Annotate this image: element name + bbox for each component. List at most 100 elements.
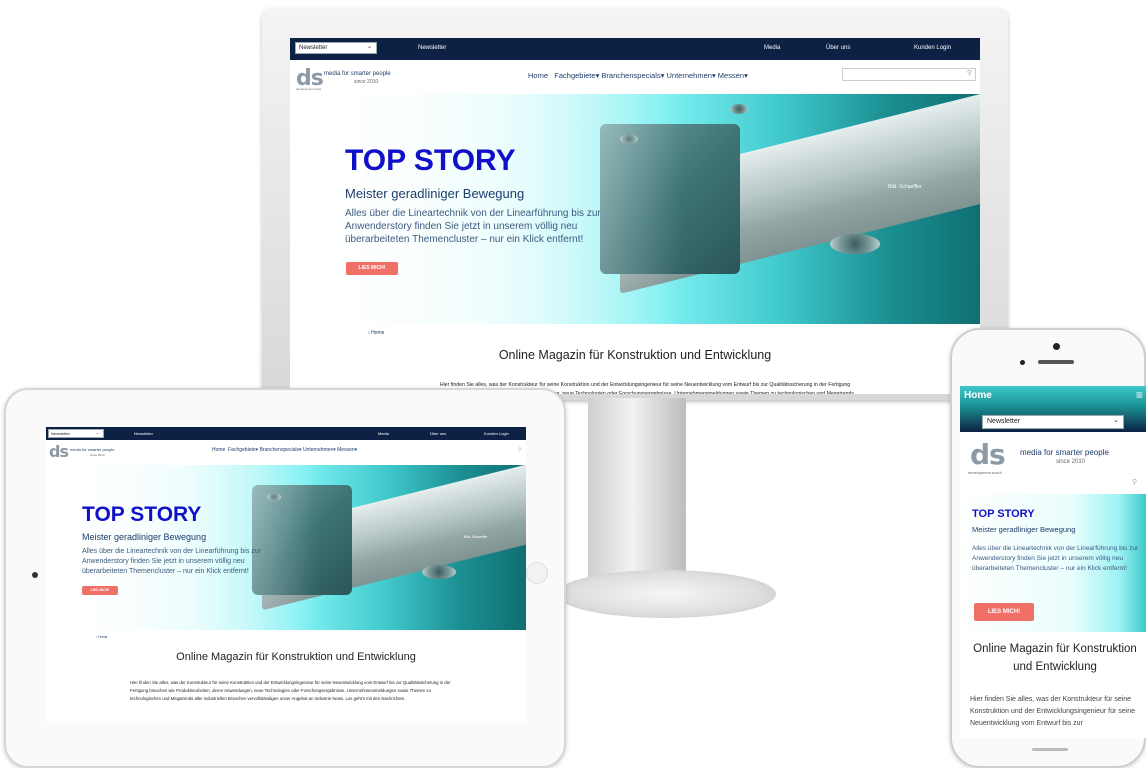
logo[interactable]: ds	[970, 438, 1006, 471]
chevron-down-icon: ▾	[333, 447, 336, 453]
hero-banner: TOP STORY Meister geradliniger Bewegung …	[62, 465, 526, 630]
nav-fachgebiete-label: Fachgebiete	[554, 71, 596, 80]
newsletter-link[interactable]: Newsletter	[134, 431, 153, 436]
logo[interactable]: ds	[49, 442, 69, 461]
chevron-down-icon: ▾	[744, 71, 748, 80]
logo-subtitle: development scout	[968, 470, 1002, 475]
hamburger-icon[interactable]: ≡	[1136, 388, 1143, 402]
hero-subtitle: Meister geradliniger Bewegung	[345, 186, 525, 201]
search-icon[interactable]: ⚲	[1132, 478, 1137, 486]
media-link[interactable]: Media	[378, 431, 389, 436]
read-more-button[interactable]: LIES MICH!	[346, 262, 398, 275]
monitor-stand-neck	[588, 398, 686, 578]
hero-image-hole	[730, 104, 748, 114]
breadcrumb-home[interactable]: Home	[98, 635, 107, 639]
nav-fachgebiete[interactable]: Fachgebiete▾	[228, 447, 258, 453]
chevron-right-icon: ›	[96, 635, 98, 639]
tablet-home-button	[526, 562, 548, 584]
chevron-down-icon: ⌄	[366, 44, 372, 50]
nav-messen-label: Messen	[337, 447, 355, 453]
chevron-down-icon: ▾	[299, 447, 302, 453]
intro-text: Hier finden Sie alles, was der Konstrukt…	[130, 680, 451, 701]
nav-unternehmen[interactable]: Unternehmen▾	[666, 71, 715, 80]
nav-messen[interactable]: Messen▾	[337, 447, 357, 453]
logo-since: since 2010	[1056, 459, 1086, 465]
top-bar: Newsletter ⌄ Newsletter Media Über uns Ku…	[46, 427, 526, 440]
hero-image-hole	[830, 234, 880, 254]
chevron-right-icon: ›	[368, 330, 370, 336]
mobile-home-link[interactable]: Home	[964, 390, 992, 401]
newsletter-select-value: Newsletter	[51, 431, 70, 436]
monitor-stand-base	[556, 570, 776, 618]
login-link[interactable]: Kunden Login	[484, 431, 509, 436]
hero-body: Alles über die Lineartechnik von der Lin…	[82, 548, 261, 575]
about-link[interactable]: Über uns	[826, 45, 850, 51]
chevron-down-icon: ▾	[255, 447, 259, 453]
newsletter-select[interactable]: Newsletter ⌄	[48, 429, 104, 438]
tablet-camera	[32, 572, 38, 578]
nav-branchenspecials[interactable]: Branchenspecials▾	[260, 447, 302, 453]
breadcrumb-home[interactable]: Home	[371, 330, 384, 336]
hero-body: Alles über die Lineartechnik von der Lin…	[972, 545, 1139, 572]
nav-fachgebiete-label: Fachgebiete	[228, 447, 256, 453]
top-bar: Newsletter ⌄ Newsletter Media Über uns Ku…	[290, 38, 980, 60]
logo-wordmark: ds	[970, 438, 1006, 471]
phone-speaker	[1038, 360, 1074, 364]
media-link[interactable]: Media	[764, 45, 780, 51]
chevron-down-icon: ▾	[595, 71, 600, 80]
nav-messen-label: Messen	[717, 71, 745, 80]
newsletter-select[interactable]: Newsletter ⌄	[295, 42, 377, 54]
login-link[interactable]: Kunden Login	[914, 45, 951, 51]
phone-screen: Home ≡ Newsletter ⌄ ds development scout …	[960, 386, 1146, 738]
main-nav: Home Fachgebiete▾ Branchenspecials▾ Unte…	[212, 447, 357, 453]
hero-title: TOP STORY	[82, 503, 202, 526]
nav-unternehmen[interactable]: Unternehmen▾	[303, 447, 336, 453]
hero-banner: TOP STORY Meister geradliniger Bewegung …	[320, 94, 980, 324]
nav-branchenspecials[interactable]: Branchenspecials▾	[601, 71, 664, 80]
main-nav: Home Fachgebiete▾ Branchenspecials▾ Unte…	[528, 71, 748, 80]
logo-tagline: media for smarter people	[324, 71, 391, 77]
hero-body: Alles über die Lineartechnik von der Lin…	[345, 208, 601, 245]
hero-title: TOP STORY	[345, 144, 516, 177]
nav-unternehmen-label: Unternehmen	[666, 71, 712, 80]
page-title: Online Magazin für Konstruktion und Entw…	[176, 651, 416, 663]
nav-unternehmen-label: Unternehmen	[302, 447, 334, 453]
search-icon[interactable]: ⚲	[518, 447, 522, 453]
nav-messen[interactable]: Messen▾	[718, 71, 748, 80]
logo-wordmark: ds	[49, 442, 69, 461]
logo-since: since 2010	[90, 453, 105, 457]
phone-home-indicator	[1032, 748, 1068, 751]
nav-fachgebiete[interactable]: Fachgebiete▾	[554, 71, 599, 80]
nav-branchenspecials-label: Branchenspecials	[601, 71, 661, 80]
intro-text: Hier finden Sie alles, was der Konstrukt…	[970, 696, 1135, 727]
hero-banner: TOP STORY Meister geradliniger Bewegung …	[960, 494, 1146, 632]
hero-subtitle: Meister geradliniger Bewegung	[82, 532, 207, 542]
logo-subtitle: development scout	[296, 87, 322, 91]
breadcrumb: › Home	[96, 635, 108, 639]
read-more-button[interactable]: LIES MICH!	[82, 586, 118, 595]
page-title: Online Magazin für Konstruktion und Entw…	[973, 643, 1137, 673]
logo-tagline: media for smarter people	[70, 447, 115, 452]
breadcrumb: › Home	[368, 330, 384, 336]
image-credit: Bild: Schaeffler	[888, 184, 922, 190]
nav-home[interactable]: Home	[212, 447, 225, 453]
read-more-button[interactable]: LIES MICH!	[974, 603, 1034, 621]
logo-since: since 2010	[354, 79, 379, 85]
newsletter-select[interactable]: Newsletter ⌄	[982, 415, 1124, 429]
nav-home[interactable]: Home	[528, 71, 548, 80]
hero-subtitle: Meister geradliniger Bewegung	[972, 525, 1076, 534]
newsletter-link[interactable]: Newsletter	[418, 45, 446, 51]
image-credit: Bild: Schaeffler	[464, 535, 488, 539]
desktop-screen: Newsletter ⌄ Newsletter Media Über uns Ku…	[290, 38, 980, 394]
newsletter-select-value: Newsletter	[987, 418, 1021, 425]
chevron-down-icon: ▾	[354, 447, 358, 453]
newsletter-select-value: Newsletter	[299, 45, 328, 51]
about-link[interactable]: Über uns	[430, 431, 446, 436]
search-input[interactable]: ⚲	[842, 68, 976, 81]
mobile-menu-bar: Home ≡ Newsletter ⌄	[960, 386, 1146, 432]
chevron-down-icon: ▾	[711, 71, 716, 80]
chevron-down-icon: ▾	[660, 71, 665, 80]
tablet-screen: Newsletter ⌄ Newsletter Media Über uns Ku…	[46, 427, 526, 723]
chevron-down-icon: ⌄	[95, 430, 99, 435]
search-icon[interactable]: ⚲	[967, 69, 972, 77]
